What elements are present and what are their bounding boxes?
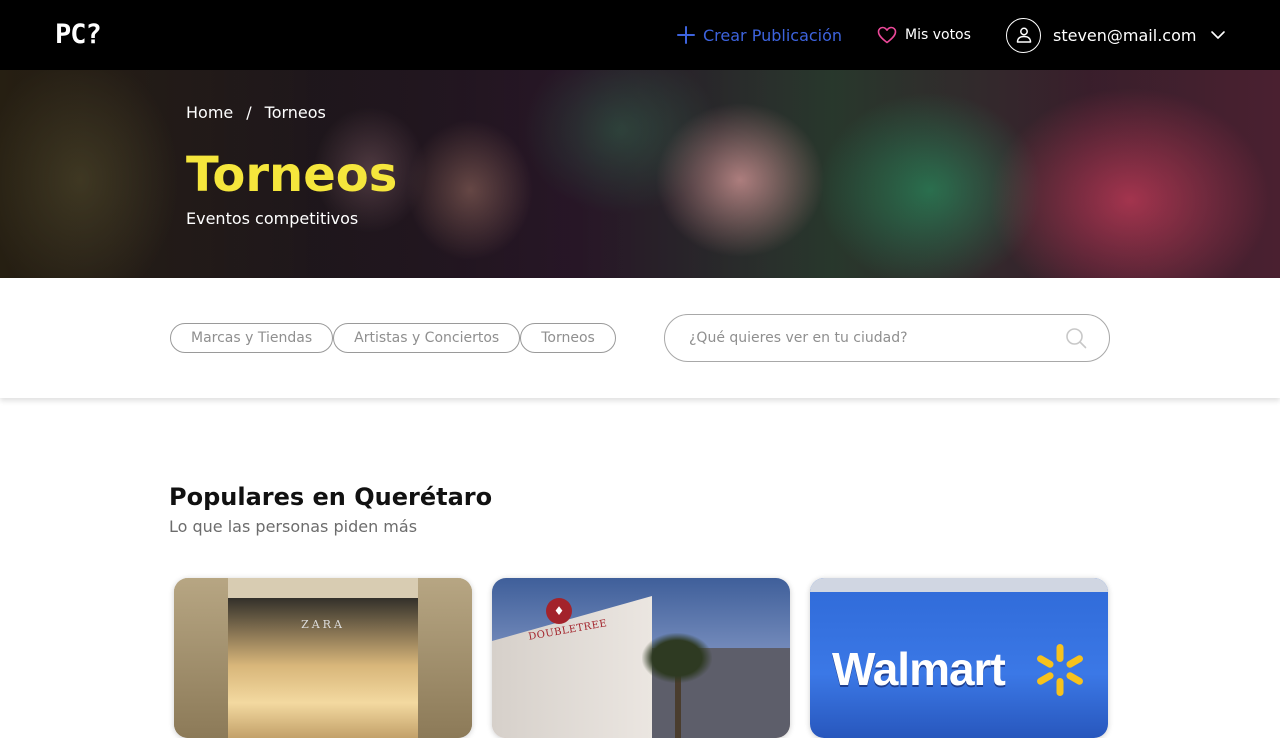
breadcrumb-home[interactable]: Home (186, 103, 233, 123)
section-subtitle: Lo que las personas piden más (169, 517, 418, 536)
breadcrumb-separator: / (246, 103, 252, 122)
popular-card-walmart[interactable]: Walmart (810, 578, 1108, 738)
chip-marcas-tiendas[interactable]: Marcas y Tiendas (170, 323, 334, 353)
card-image-storefront-side (418, 578, 472, 738)
popular-card-zara[interactable]: ZARA (174, 578, 472, 738)
create-post-link[interactable]: Crear Publicación (677, 23, 842, 47)
site-logo[interactable]: PC? (55, 18, 102, 52)
category-chips: Marcas y Tiendas Artistas y Conciertos T… (170, 323, 616, 353)
filter-bar: Marcas y Tiendas Artistas y Conciertos T… (0, 278, 1280, 398)
hero-banner: Home / Torneos Torneos Eventos competiti… (0, 70, 1280, 278)
plus-icon (677, 26, 695, 44)
popular-card-doubletree[interactable]: ♦ DOUBLETREE (492, 578, 790, 738)
breadcrumb: Home / Torneos (186, 103, 326, 123)
user-menu[interactable]: steven@mail.com (1006, 17, 1226, 53)
user-icon (1016, 27, 1031, 43)
user-email: steven@mail.com (1053, 25, 1197, 45)
walmart-spark-icon (1037, 644, 1083, 696)
card-image-roof-trim (810, 578, 1108, 592)
breadcrumb-current: Torneos (264, 103, 326, 122)
card-image-sign: Walmart (832, 643, 1006, 695)
chevron-down-icon[interactable] (1210, 27, 1226, 43)
section-title: Populares en Querétaro (169, 483, 493, 511)
search-box (664, 314, 1110, 362)
card-image-palm (642, 633, 712, 683)
card-image-building (492, 596, 652, 738)
search-icon[interactable] (1065, 327, 1087, 349)
my-votes-link[interactable]: Mis votos (877, 24, 971, 46)
card-image-storefront-side (174, 578, 228, 738)
search-input[interactable] (689, 330, 1065, 346)
card-image-sign: ZARA (301, 618, 345, 631)
page-subtitle: Eventos competitivos (186, 209, 359, 228)
page-title: Torneos (186, 147, 398, 203)
my-votes-label: Mis votos (905, 27, 971, 43)
chip-artistas-conciertos[interactable]: Artistas y Conciertos (333, 323, 521, 353)
hotel-logo-icon: ♦ (546, 598, 572, 624)
create-post-label: Crear Publicación (703, 25, 843, 45)
top-navbar: PC? Crear Publicación Mis votos steven@m… (0, 0, 1280, 70)
avatar[interactable] (1006, 17, 1041, 53)
heart-icon (877, 26, 897, 44)
chip-torneos[interactable]: Torneos (520, 323, 616, 353)
